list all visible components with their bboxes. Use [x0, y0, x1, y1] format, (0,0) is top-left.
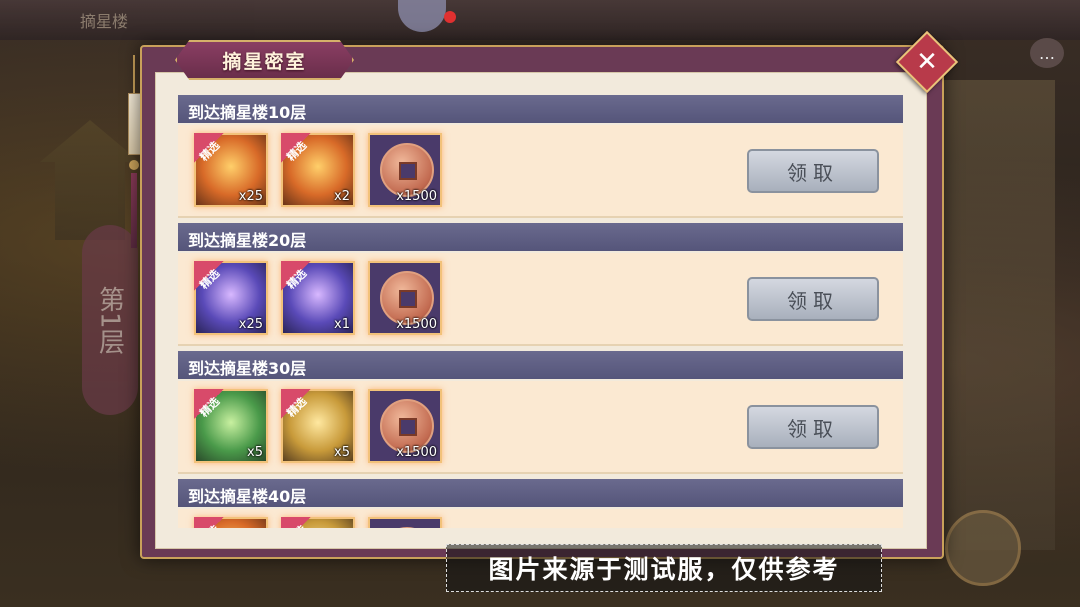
item-quantity: x1500	[396, 445, 437, 460]
dialog-title: 摘星密室	[222, 50, 307, 73]
section-header: 到达摘星楼10层	[178, 95, 903, 123]
gold-token-icon[interactable]: 精选 x5	[281, 389, 355, 463]
claim-button[interactable]: 领取	[747, 149, 879, 193]
featured-tag: 精选	[281, 261, 311, 292]
featured-tag-label: 精选	[284, 394, 310, 420]
section-header-label: 到达摘星楼10层	[188, 103, 307, 122]
item-quantity: x25	[238, 317, 263, 332]
coin-hole	[399, 290, 417, 308]
coin-hole	[399, 162, 417, 180]
featured-tag: 精选	[194, 261, 224, 292]
fire-crest-icon[interactable]: 精选 x25	[194, 133, 268, 207]
coin-disc	[380, 527, 434, 528]
background-floor-banner: 第1层	[82, 225, 138, 415]
reward-list[interactable]: 到达摘星楼10层 精选 x25 精选 x2 x1500 领取 到达摘星楼20层 精选 x25 精选 x…	[178, 95, 903, 528]
featured-tag-label: 精选	[283, 521, 310, 528]
featured-tag: 精选	[194, 517, 224, 528]
copper-coin-icon[interactable]: x1500	[368, 133, 442, 207]
crystal-stone-icon[interactable]: 精选 x1	[281, 261, 355, 335]
dialog-title-plate: 摘星密室	[175, 40, 354, 80]
item-quantity: x2	[334, 189, 350, 204]
reward-section: 到达摘星楼20层精选 x25 精选 x1 x1500 领取	[178, 223, 903, 346]
item-quantity: x1500	[396, 189, 437, 204]
notification-dot	[444, 11, 456, 23]
featured-tag: 精选	[281, 133, 311, 164]
featured-tag-label: 精选	[197, 138, 223, 164]
spirit-flame-icon[interactable]: 精选 x25	[194, 261, 268, 335]
background-side-panel	[925, 80, 1055, 550]
section-header-label: 到达摘星楼40层	[188, 487, 307, 506]
reward-section: 到达摘星楼30层精选 x5 精选 x5 x1500 领取	[178, 351, 903, 474]
section-body: 精选 x5 精选 x5 x1500 领取	[178, 381, 903, 474]
jade-token-icon[interactable]: 精选 x5	[194, 389, 268, 463]
featured-tag-label: 精选	[196, 521, 223, 528]
section-header: 到达摘星楼40层	[178, 479, 903, 507]
section-body: 精选 x25 精选 x2 x1500 领取	[178, 125, 903, 218]
item-quantity: x1500	[396, 317, 437, 332]
featured-tag: 精选	[194, 389, 224, 420]
section-body: 精选 x25 精选 x1 x1500 领取	[178, 253, 903, 346]
section-header-label: 到达摘星楼30层	[188, 359, 307, 378]
featured-tag-label: 精选	[284, 138, 310, 164]
featured-tag-label: 精选	[284, 266, 310, 292]
copper-coin-icon[interactable]: x1500	[368, 389, 442, 463]
featured-tag: 精选	[194, 133, 224, 164]
reward-item-icon[interactable]: 精选	[194, 517, 268, 528]
coin-hole	[399, 418, 417, 436]
claim-button[interactable]: 领取	[747, 277, 879, 321]
item-quantity: x5	[334, 445, 350, 460]
featured-tag-label: 精选	[197, 266, 223, 292]
close-x-icon[interactable]: ✕	[905, 40, 949, 84]
decorative-tassel	[128, 55, 142, 250]
item-quantity: x1	[334, 317, 350, 332]
section-body: 精选精选领取	[178, 509, 903, 528]
item-quantity: x5	[247, 445, 263, 460]
chat-bubble-icon[interactable]: …	[1030, 38, 1064, 68]
reward-section: 到达摘星楼10层精选 x25 精选 x2 x1500 领取	[178, 95, 903, 218]
watermark-text: 图片来源于测试服，仅供参考	[446, 544, 882, 592]
claim-button[interactable]: 领取	[747, 405, 879, 449]
flame-scroll-icon[interactable]: 精选 x2	[281, 133, 355, 207]
featured-tag: 精选	[281, 389, 311, 420]
section-header: 到达摘星楼30层	[178, 351, 903, 379]
background-title: 摘星楼	[80, 12, 129, 31]
copper-coin-icon[interactable]: x1500	[368, 261, 442, 335]
section-header: 到达摘星楼20层	[178, 223, 903, 251]
background-coin-button	[945, 510, 1021, 586]
featured-tag: 精选	[281, 517, 311, 528]
featured-tag-label: 精选	[197, 394, 223, 420]
reward-section: 到达摘星楼40层精选精选领取	[178, 479, 903, 528]
section-header-label: 到达摘星楼20层	[188, 231, 307, 250]
item-quantity: x25	[238, 189, 263, 204]
background-top-bar: 摘星楼	[0, 0, 1080, 40]
reward-item-icon[interactable]: 精选	[281, 517, 355, 528]
reward-item-icon[interactable]	[368, 517, 442, 528]
